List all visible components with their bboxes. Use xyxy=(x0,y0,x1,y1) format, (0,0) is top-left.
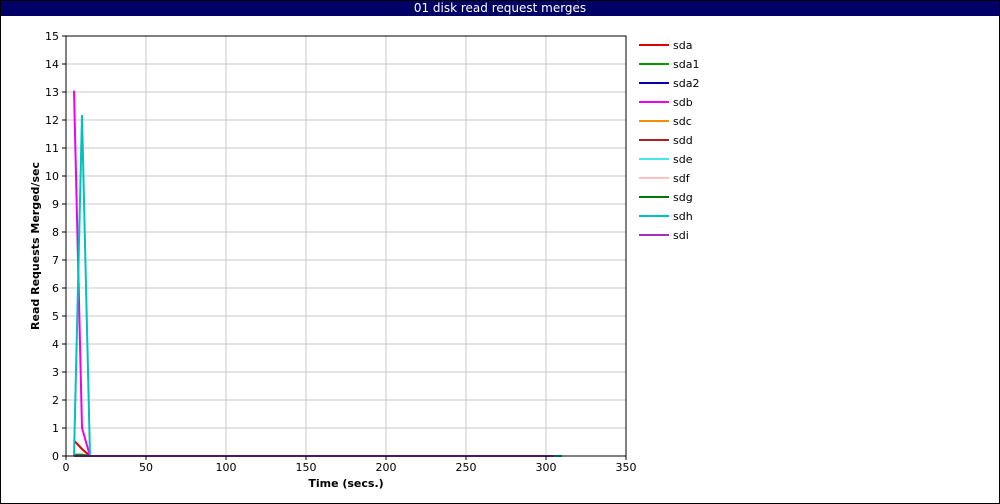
x-tick-label: 150 xyxy=(296,461,317,474)
x-tick-label: 100 xyxy=(216,461,237,474)
legend-label-sdh: sdh xyxy=(673,210,693,223)
legend-label-sda: sda xyxy=(673,39,692,52)
y-tick-label: 14 xyxy=(45,58,59,71)
y-tick-label: 9 xyxy=(52,198,59,211)
x-tick-label: 250 xyxy=(456,461,477,474)
y-tick-label: 3 xyxy=(52,366,59,379)
legend-label-sdc: sdc xyxy=(673,115,692,128)
chart-window: 01 disk read request merges 0 50 100 150 200… xyxy=(0,0,1000,504)
y-tick-label: 11 xyxy=(45,142,59,155)
x-tick-label: 0 xyxy=(63,461,70,474)
y-tick-label: 4 xyxy=(52,338,59,351)
y-axis-ticks: 0123456789101112131415 xyxy=(45,30,66,463)
legend-label-sde: sde xyxy=(673,153,693,166)
y-tick-label: 6 xyxy=(52,282,59,295)
legend-label-sda2: sda2 xyxy=(673,77,699,90)
x-axis-ticks: 0 50 100 150 200 250 300 350 xyxy=(63,456,637,474)
y-axis-label: Read Requests Merged/sec xyxy=(29,162,42,330)
x-tick-label: 200 xyxy=(376,461,397,474)
y-tick-label: 15 xyxy=(45,30,59,43)
plot-area xyxy=(66,36,626,456)
x-axis-label: Time (secs.) xyxy=(308,477,383,490)
y-tick-label: 0 xyxy=(52,450,59,463)
legend-label-sdf: sdf xyxy=(673,172,691,185)
legend-label-sdd: sdd xyxy=(673,134,693,147)
x-tick-label: 300 xyxy=(536,461,557,474)
y-tick-label: 8 xyxy=(52,226,59,239)
legend-label-sdb: sdb xyxy=(673,96,693,109)
y-tick-label: 2 xyxy=(52,394,59,407)
y-tick-label: 1 xyxy=(52,422,59,435)
y-tick-label: 12 xyxy=(45,114,59,127)
legend: sda sda1 sda2 sdb sdc sdd sde sdf sdg sdh sdi xyxy=(639,39,699,242)
x-tick-label: 50 xyxy=(139,461,153,474)
legend-label-sdg: sdg xyxy=(673,191,693,204)
x-tick-label: 350 xyxy=(616,461,637,474)
chart-canvas: 0 50 100 150 200 250 300 350 012345678910111213… xyxy=(29,30,699,490)
legend-label-sdi: sdi xyxy=(673,229,689,242)
y-tick-label: 7 xyxy=(52,254,59,267)
y-tick-label: 13 xyxy=(45,86,59,99)
y-tick-label: 5 xyxy=(52,310,59,323)
legend-label-sda1: sda1 xyxy=(673,58,699,71)
y-tick-label: 10 xyxy=(45,170,59,183)
